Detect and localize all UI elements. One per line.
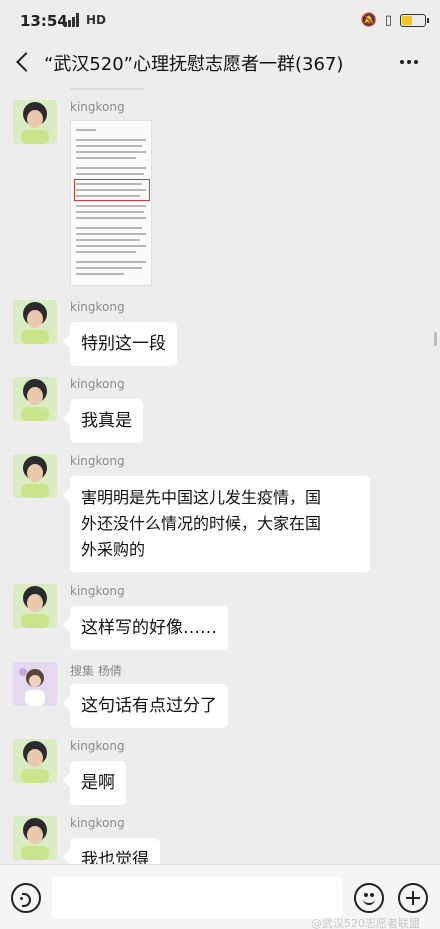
battery-fill [402, 15, 412, 25]
message-bubble[interactable]: 我真是 [70, 399, 143, 443]
message-line: 害明明是先中国这儿发生疫情，国 [81, 488, 322, 507]
sender-name: kingkong [70, 377, 125, 391]
avatar[interactable] [13, 816, 57, 860]
back-icon[interactable] [10, 46, 40, 78]
message-line: 外采购的 [81, 540, 146, 559]
avatar[interactable] [13, 662, 57, 706]
message-item: kingkong [0, 100, 440, 290]
chat-header: “武汉520”心理抚慰志愿者一群(367) [0, 40, 440, 84]
message-bubble[interactable]: 是啊 [70, 761, 126, 805]
message-line: 外还没什么情况的时候，大家在国 [81, 514, 322, 533]
message-bubble[interactable]: 我也觉得 [70, 838, 160, 864]
sender-name: kingkong [70, 816, 125, 830]
mute-icon: 🔕 [360, 12, 377, 28]
status-time: 13:54 [20, 12, 68, 30]
sender-name: kingkong [70, 739, 125, 753]
sender-name: kingkong [70, 584, 125, 598]
message-input[interactable] [52, 877, 342, 919]
input-bar: @武汉520志愿者联盟 [0, 864, 440, 929]
message-bubble[interactable]: 这句话有点过分了 [70, 684, 228, 728]
avatar[interactable] [13, 454, 57, 498]
message-item: kingkong 是啊 [0, 739, 440, 805]
avatar[interactable] [13, 377, 57, 421]
message-bubble[interactable]: 害明明是先中国这儿发生疫情，国 外还没什么情况的时候，大家在国 外采购的 [70, 476, 370, 572]
message-item: kingkong 我也觉得 [0, 816, 440, 864]
sender-name: kingkong [70, 300, 125, 314]
plus-icon[interactable] [398, 883, 428, 913]
avatar[interactable] [13, 300, 57, 344]
more-options-icon[interactable] [394, 48, 424, 76]
divider [70, 88, 144, 90]
chat-title: “武汉520”心理抚慰志愿者一群(367) [44, 54, 344, 75]
network-type: HD [86, 13, 107, 27]
image-message[interactable] [70, 120, 152, 286]
sender-name: kingkong [70, 454, 125, 468]
chat-area[interactable]: kingkong kingkong 特别这一段 kingkong 我真是 kin… [0, 84, 440, 864]
avatar[interactable] [13, 100, 57, 144]
signal-icon [64, 13, 82, 27]
emoji-icon[interactable] [354, 883, 384, 913]
vibrate-icon: ▯ [384, 12, 392, 28]
battery-icon [400, 13, 429, 27]
status-bar: 13:54 HD 🔕 ▯ [0, 0, 440, 40]
sender-name: 搜集 杨倩 [70, 664, 122, 678]
message-item: kingkong 我真是 [0, 377, 440, 443]
message-item: 搜集 杨倩 这句话有点过分了 [0, 662, 440, 728]
watermark: @武汉520志愿者联盟 [311, 917, 420, 929]
avatar[interactable] [13, 584, 57, 628]
avatar[interactable] [13, 739, 57, 783]
message-bubble[interactable]: 特别这一段 [70, 322, 177, 366]
message-item: kingkong 特别这一段 [0, 300, 440, 366]
message-item: kingkong 害明明是先中国这儿发生疫情，国 外还没什么情况的时候，大家在国… [0, 454, 440, 574]
status-icons: 🔕 ▯ [360, 11, 429, 29]
message-bubble[interactable]: 这样写的好像…… [70, 606, 228, 650]
voice-icon[interactable] [11, 883, 41, 913]
message-item: kingkong 这样写的好像…… [0, 584, 440, 650]
sender-name: kingkong [70, 100, 125, 114]
